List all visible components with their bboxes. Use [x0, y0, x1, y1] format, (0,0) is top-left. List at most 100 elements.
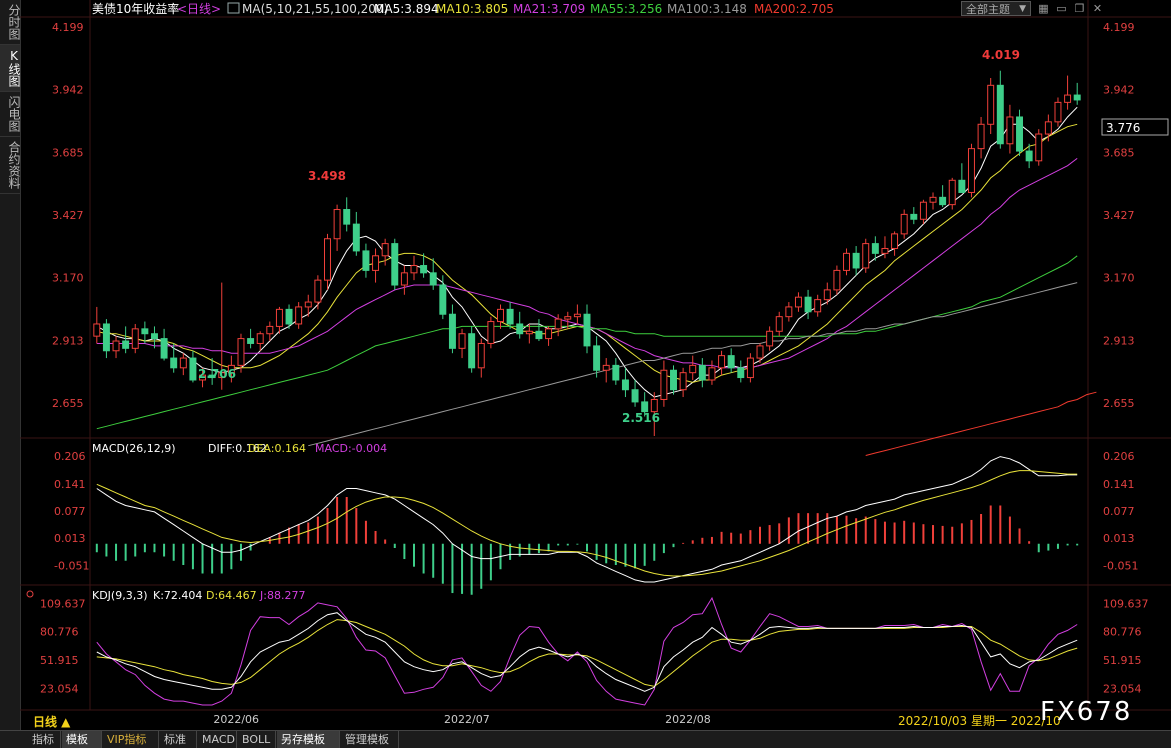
macd-tick-right: 0.013: [1103, 532, 1135, 545]
candle-body: [362, 250, 370, 271]
ma-legend-item: MA200:2.705: [754, 2, 834, 16]
macd-panel: [95, 456, 1079, 595]
candle-body: [372, 255, 380, 271]
ma-legend-item: MA55:3.256: [590, 2, 662, 16]
candles: [93, 70, 1081, 436]
chart-settings-icon[interactable]: [227, 2, 240, 14]
candle-body: [660, 369, 668, 400]
kdj-k-line: [96, 612, 1078, 692]
candle-body: [160, 338, 168, 359]
candle-body: [900, 213, 908, 235]
macd-dea: DEA:0.164: [248, 442, 306, 455]
candle-body: [785, 306, 793, 318]
candle-body: [333, 209, 341, 240]
close-icon[interactable]: ✕: [1090, 1, 1105, 16]
sidebar-item-flash[interactable]: 闪电图: [0, 92, 21, 137]
candle-body: [698, 364, 706, 381]
candle-body: [1006, 116, 1014, 145]
kdj-title: KDJ(9,3,3): [92, 589, 148, 602]
candle-body: [1044, 121, 1052, 135]
candle-body: [593, 345, 601, 371]
theme-select[interactable]: 全部主题 ▼: [961, 1, 1031, 16]
price-tick-right: 2.913: [1103, 334, 1135, 347]
macd-diff-line: [96, 456, 1078, 583]
sidebar-item-contract-info[interactable]: 合约资料: [0, 137, 21, 194]
x-tick-label: 2022/08: [665, 713, 711, 726]
bottom-toolbar: 指标 模板 VIP指标 标准 MACD BOLL 另存模板 管理模板: [0, 730, 1171, 748]
grid-icon[interactable]: ▦: [1036, 1, 1051, 16]
price-tick-left: 3.942: [52, 84, 84, 97]
candle-body: [718, 355, 726, 369]
candle-body: [343, 209, 351, 225]
candle-body: [1054, 101, 1062, 123]
candle-body: [400, 272, 408, 286]
price-tick-left: 3.685: [52, 146, 84, 159]
macd-tick-right: 0.206: [1103, 450, 1135, 463]
candle-body: [746, 357, 754, 379]
bottom-tab[interactable]: BOLL: [238, 731, 276, 748]
x-tick-label: 2022/07: [444, 713, 490, 726]
bottom-tab[interactable]: 另存模板: [277, 731, 340, 748]
sidebar-item-intraday[interactable]: 分时图: [0, 0, 21, 45]
chart-period: <日线>: [177, 2, 221, 16]
kdj-tick-right: 51.915: [1103, 654, 1142, 667]
macd-tick-left: 0.206: [54, 450, 86, 463]
restore-icon[interactable]: ❐: [1072, 1, 1087, 16]
candle-body: [189, 357, 197, 381]
bottom-tab[interactable]: MACD: [198, 731, 237, 748]
candle-body: [929, 196, 937, 203]
bottom-tab[interactable]: VIP指标: [103, 731, 159, 748]
kdj-j-line: [96, 596, 1078, 706]
kdj-toggle-icon[interactable]: [26, 590, 34, 598]
moving-averages: [96, 106, 1097, 456]
kdj-panel: [96, 596, 1078, 706]
bottom-tab[interactable]: 指标: [28, 731, 61, 748]
candle-body: [102, 323, 110, 352]
candle-body: [381, 243, 389, 257]
bottom-tab[interactable]: 管理模板: [341, 731, 399, 748]
kdj-tick-left: 80.776: [40, 626, 79, 639]
candle-body: [919, 201, 927, 220]
candle-body: [573, 313, 581, 318]
candle-body: [179, 357, 187, 369]
candle-body: [247, 338, 255, 344]
candle-body: [448, 313, 456, 349]
candle-body: [314, 279, 322, 303]
bottom-tab[interactable]: 模板: [62, 731, 102, 748]
minimize-icon[interactable]: ▭: [1054, 1, 1069, 16]
macd-tick-left: 0.077: [54, 505, 86, 518]
sidebar-item-kline[interactable]: K线图: [0, 45, 21, 92]
candle-body: [862, 243, 870, 269]
macd-tick-right: 0.077: [1103, 505, 1135, 518]
candle-body: [612, 364, 620, 381]
candle-body: [391, 243, 399, 286]
candle-body: [977, 123, 985, 150]
candle-body: [468, 333, 476, 369]
price-tick-left: 3.170: [52, 272, 84, 285]
macd-tick-left: 0.141: [54, 478, 86, 491]
candle-body: [237, 338, 245, 366]
candle-body: [843, 252, 850, 271]
candle-body: [814, 299, 822, 313]
candle-body: [256, 333, 264, 344]
kdj-k: K:72.404: [153, 589, 202, 602]
macd-title: MACD(26,12,9): [92, 442, 176, 455]
price-tick-left: 2.913: [52, 334, 84, 347]
macd-tick-left: -0.051: [54, 559, 89, 572]
candle-body: [804, 296, 812, 313]
price-chart[interactable]: 4.199 4.199 3.942 3.942 3.685 3.685 3.427 3.427…: [20, 0, 1171, 730]
annotation-low-2: 2.516: [622, 411, 660, 425]
price-tick-left: 4.199: [52, 21, 84, 34]
candle-body: [535, 330, 543, 340]
candle-body: [352, 223, 360, 252]
annotation-high: 4.019: [982, 48, 1020, 62]
candle-body: [150, 333, 158, 340]
candle-body: [170, 357, 178, 369]
candle-body: [756, 345, 764, 359]
candle-body: [1016, 116, 1024, 152]
candle-body: [794, 296, 802, 308]
candle-body: [833, 269, 841, 291]
candle-body: [852, 252, 860, 269]
period-switch[interactable]: 日线 ▲: [33, 713, 70, 730]
bottom-tab[interactable]: 标准: [160, 731, 197, 748]
